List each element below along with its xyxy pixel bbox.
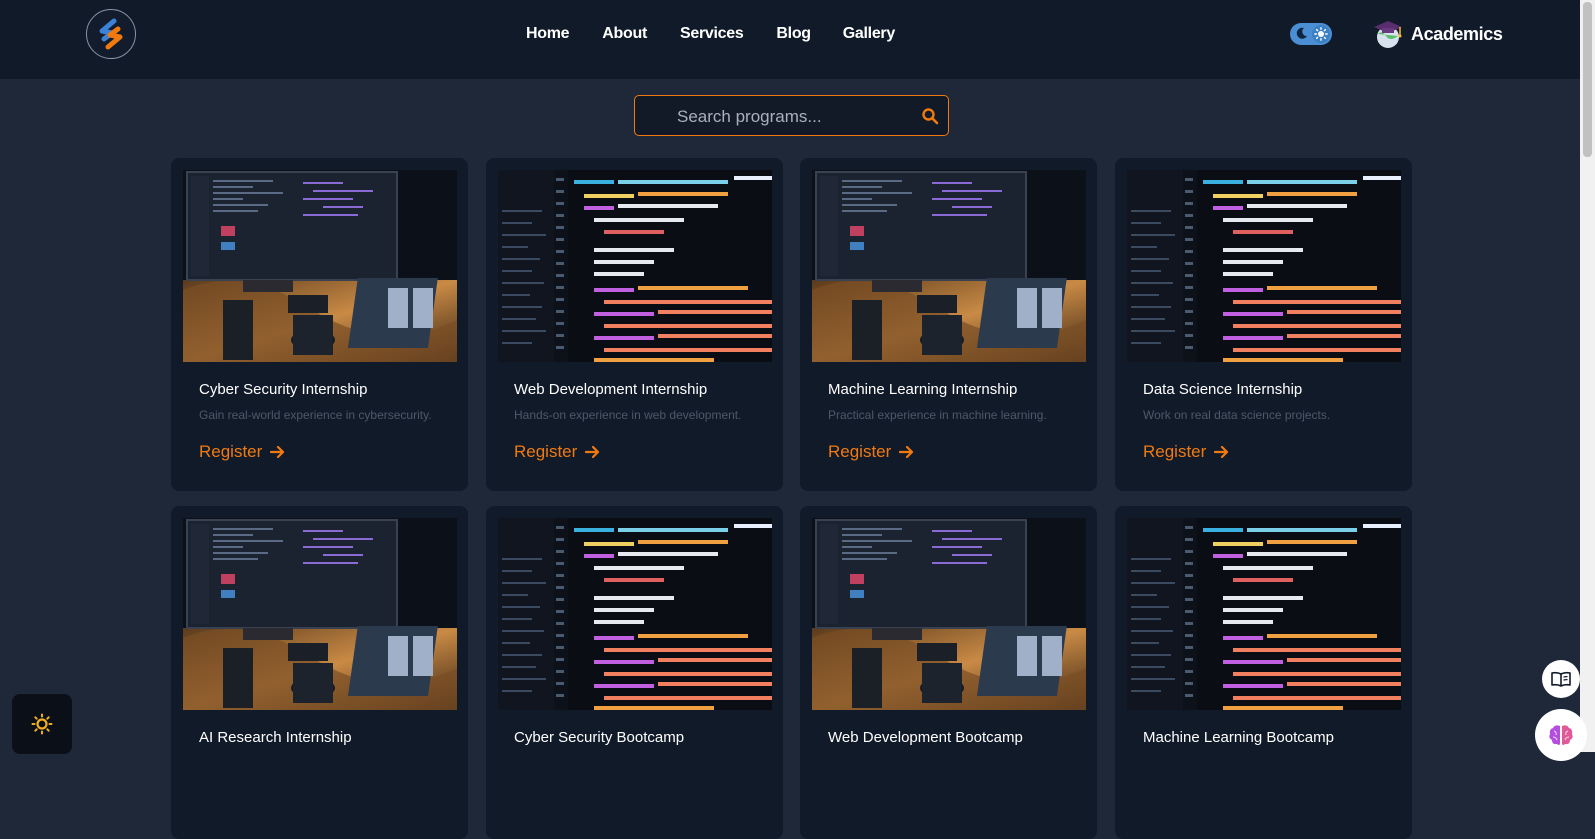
nav-services-link[interactable]: Services — [680, 24, 744, 44]
program-image — [498, 518, 772, 710]
moon-icon — [1296, 27, 1307, 39]
register-label: Register — [1143, 442, 1207, 461]
register-label: Register — [199, 442, 263, 461]
program-title: AI Research Internship — [199, 729, 352, 746]
program-description: Gain real-world experience in cybersecur… — [199, 408, 432, 422]
academics-link[interactable]: Academics — [1372, 18, 1503, 50]
program-title: Web Development Internship — [514, 381, 708, 398]
program-image — [183, 170, 457, 362]
toggle-knob — [1312, 25, 1330, 43]
nav-gallery-link[interactable]: Gallery — [843, 24, 895, 44]
register-link[interactable]: Register — [199, 442, 285, 462]
register-label: Register — [514, 442, 578, 461]
register-link[interactable]: Register — [514, 442, 600, 462]
graduation-cap-icon — [1374, 21, 1402, 48]
assistant-fab-button[interactable] — [1535, 709, 1587, 761]
arrow-right-icon — [899, 445, 914, 459]
academics-label: Academics — [1411, 23, 1503, 44]
program-title: Cyber Security Bootcamp — [514, 729, 685, 746]
program-title: Machine Learning Bootcamp — [1143, 729, 1334, 746]
program-description: Hands-on experience in web development. — [514, 408, 742, 422]
logo-icon[interactable] — [86, 9, 136, 59]
sun-icon — [1314, 27, 1328, 41]
program-image — [1127, 170, 1401, 362]
theme-toggle[interactable] — [1290, 23, 1332, 45]
search-input[interactable] — [675, 96, 919, 137]
register-link[interactable]: Register — [1143, 442, 1229, 462]
program-title: Web Development Bootcamp — [828, 729, 1023, 746]
program-title: Machine Learning Internship — [828, 381, 1018, 398]
program-title: Data Science Internship — [1143, 381, 1303, 398]
scrollbar-thumb[interactable] — [1583, 2, 1592, 157]
sun-icon — [31, 713, 53, 735]
program-image — [498, 170, 772, 362]
program-description: Practical experience in machine learning… — [828, 408, 1047, 422]
program-image — [812, 518, 1086, 710]
program-card: Web Development Internship Hands-on expe… — [486, 158, 783, 491]
search-bar — [634, 95, 949, 137]
book-icon — [1551, 671, 1571, 687]
program-card: Cyber Security Bootcamp — [486, 506, 783, 839]
book-fab-button[interactable] — [1542, 660, 1580, 698]
arrow-right-icon — [585, 445, 600, 459]
nav-about-link[interactable]: About — [602, 24, 647, 44]
nav-home-link[interactable]: Home — [526, 24, 570, 44]
theme-fab-button[interactable] — [12, 694, 72, 754]
arrow-right-icon — [270, 445, 285, 459]
register-label: Register — [828, 442, 892, 461]
navbar: Home About Services Blog Gallery Academi… — [0, 0, 1580, 79]
register-link[interactable]: Register — [828, 442, 914, 462]
program-image — [812, 170, 1086, 362]
program-card: Web Development Bootcamp — [800, 506, 1097, 839]
program-image — [1127, 518, 1401, 710]
program-card: AI Research Internship — [171, 506, 468, 839]
search-icon[interactable] — [921, 107, 939, 125]
nav-blog-link[interactable]: Blog — [776, 24, 811, 44]
program-title: Cyber Security Internship — [199, 381, 368, 398]
program-card: Cyber Security Internship Gain real-worl… — [171, 158, 468, 491]
program-image — [183, 518, 457, 710]
program-card: Machine Learning Bootcamp — [1115, 506, 1412, 839]
arrow-right-icon — [1214, 445, 1229, 459]
main-nav: Home About Services Blog Gallery — [526, 24, 895, 44]
brain-icon — [1549, 725, 1573, 745]
program-card: Data Science Internship Work on real dat… — [1115, 158, 1412, 491]
program-card: Machine Learning Internship Practical ex… — [800, 158, 1097, 491]
program-description: Work on real data science projects. — [1143, 408, 1331, 422]
